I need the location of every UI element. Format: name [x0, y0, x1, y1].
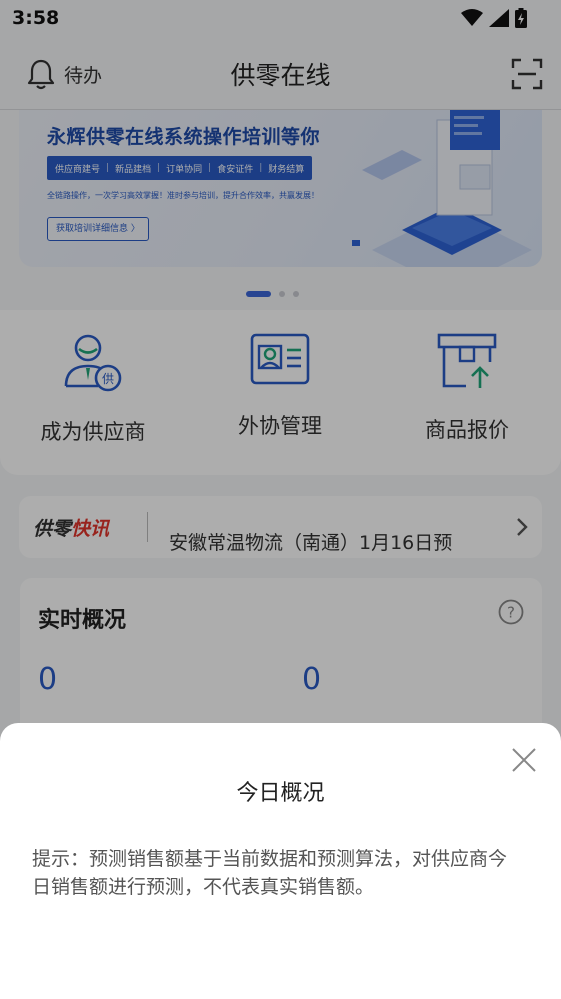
close-icon[interactable] [511, 747, 537, 773]
today-overview-sheet: 今日概况 提示：预测销售额基于当前数据和预测算法，对供应商今日销售额进行预测，不… [0, 723, 561, 999]
sheet-title: 今日概况 [236, 781, 325, 806]
sheet-tip-text: 提示：预测销售额基于当前数据和预测算法，对供应商今日销售额进行预测，不代表真实销… [32, 848, 508, 898]
